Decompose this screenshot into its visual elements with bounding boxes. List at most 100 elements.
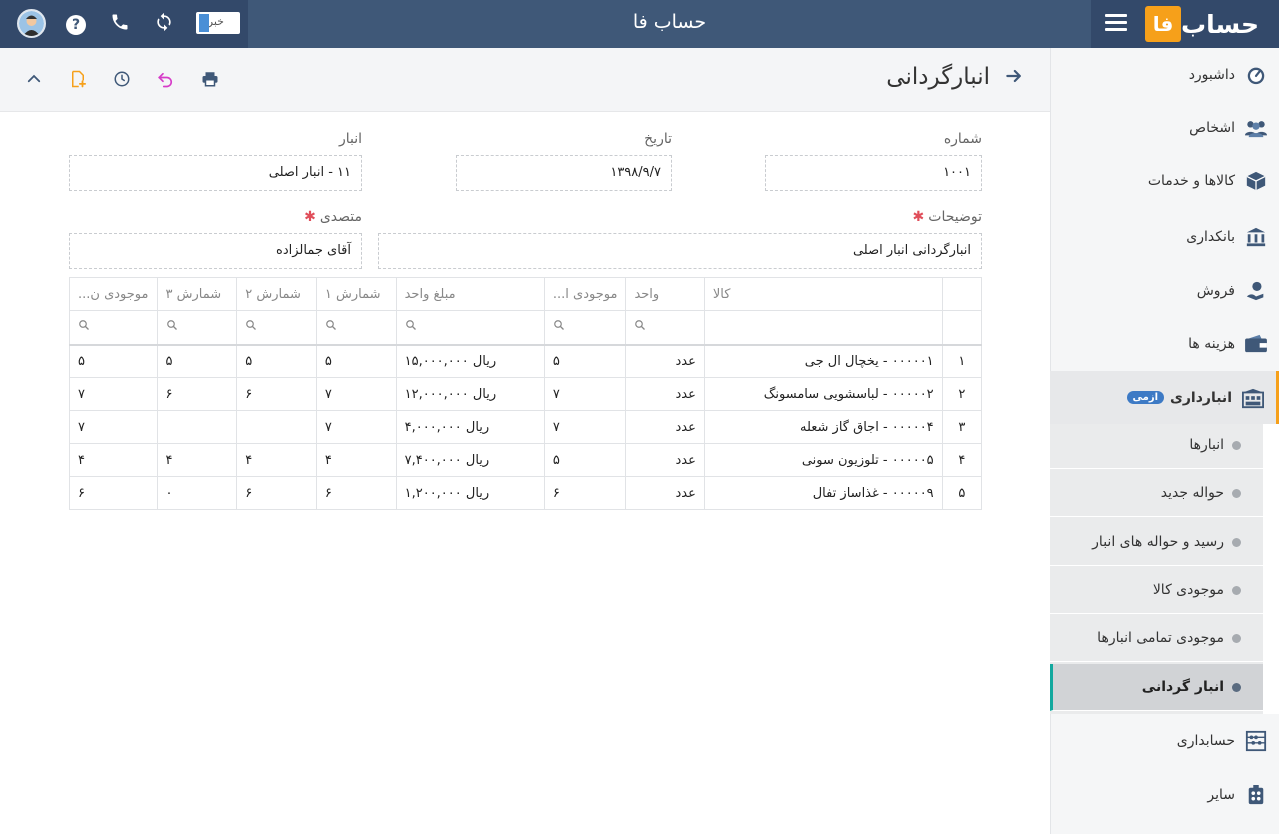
print-icon[interactable] bbox=[199, 68, 221, 90]
submenu-item-receipts[interactable]: رسید و حواله های انبار bbox=[1050, 519, 1263, 566]
count-3-cell[interactable]: ۵ bbox=[156, 343, 238, 378]
warehouse-field[interactable]: ۱۱ - انبار اصلی bbox=[69, 155, 362, 191]
news-button[interactable]: خبر bbox=[196, 12, 240, 34]
table-row[interactable]: ۵ ۰۰۰۰۰۹ - غذاساز تفال عدد ۶ ریال ۱,۲۰۰,… bbox=[69, 476, 983, 510]
sidebar-item-products[interactable]: کالاها و خدمات bbox=[1050, 154, 1279, 207]
kala-cell[interactable]: ۰۰۰۰۰۹ - غذاساز تفال bbox=[703, 476, 943, 510]
count-2-cell[interactable]: ۶ bbox=[236, 377, 317, 411]
table-row[interactable]: ۳ ۰۰۰۰۰۴ - اجاق گاز شعله عدد ۷ ریال ۴,۰۰… bbox=[69, 410, 983, 444]
person-field[interactable]: آقای جمالزاده bbox=[69, 233, 362, 269]
count-2-cell[interactable]: ۴ bbox=[236, 443, 317, 477]
count-3-cell[interactable]: ۰ bbox=[156, 476, 238, 510]
unit-cell[interactable]: عدد bbox=[625, 343, 705, 378]
sidebar-item-people[interactable]: اشخاص bbox=[1050, 101, 1279, 154]
filter-count-1[interactable] bbox=[315, 310, 397, 345]
sidebar-item-other[interactable]: سایر bbox=[1050, 768, 1279, 821]
box-icon bbox=[1243, 168, 1269, 194]
column-header-kala[interactable]: کالا bbox=[703, 277, 943, 311]
table-row[interactable]: ۱ ۰۰۰۰۰۱ - یخچال ال جی عدد ۵ ریال ۱۵,۰۰۰… bbox=[69, 343, 983, 378]
count-1-cell[interactable]: ۷ bbox=[315, 377, 397, 411]
count-1-cell[interactable]: ۶ bbox=[315, 476, 397, 510]
menu-icon[interactable] bbox=[1105, 14, 1127, 32]
unit-cell[interactable]: عدد bbox=[625, 377, 705, 411]
unit-cell[interactable]: عدد bbox=[625, 410, 705, 444]
sidebar-item-warehouse[interactable]: انبارداری ازمی bbox=[1050, 371, 1279, 424]
sync-icon[interactable] bbox=[152, 12, 176, 36]
sidebar-item-sales[interactable]: فروش bbox=[1050, 264, 1279, 317]
sidebar-item-label: هزینه ها bbox=[1188, 335, 1235, 352]
filter-stock[interactable] bbox=[543, 310, 627, 345]
kala-cell[interactable]: ۰۰۰۰۰۱ - یخچال ال جی bbox=[703, 343, 943, 378]
unit-cell[interactable]: عدد bbox=[625, 443, 705, 477]
history-icon[interactable] bbox=[111, 68, 133, 90]
column-header-price[interactable]: مبلغ واحد bbox=[395, 277, 545, 311]
stock-cell[interactable]: ۵ bbox=[543, 343, 627, 378]
price-cell[interactable]: ریال ۱۲,۰۰۰,۰۰۰ bbox=[395, 377, 545, 411]
final-stock-cell[interactable]: ۵ bbox=[69, 343, 158, 378]
number-field[interactable]: ۱۰۰۱ bbox=[765, 155, 982, 191]
add-document-icon[interactable] bbox=[67, 68, 89, 90]
column-header-unit[interactable]: واحد bbox=[625, 277, 705, 311]
phone-icon[interactable] bbox=[108, 12, 132, 36]
abacus-icon bbox=[1243, 728, 1269, 754]
count-1-cell[interactable]: ۴ bbox=[315, 443, 397, 477]
avatar[interactable] bbox=[17, 9, 46, 38]
final-stock-cell[interactable]: ۶ bbox=[69, 476, 158, 510]
count-2-cell[interactable]: ۵ bbox=[236, 343, 317, 378]
final-stock-cell[interactable]: ۷ bbox=[69, 410, 158, 444]
table-row[interactable]: ۴ ۰۰۰۰۰۵ - تلوزیون سونی عدد ۵ ریال ۷,۴۰۰… bbox=[69, 443, 983, 477]
stock-cell[interactable]: ۷ bbox=[543, 410, 627, 444]
date-field[interactable]: ۱۳۹۸/۹/۷ bbox=[456, 155, 672, 191]
sidebar-item-banking[interactable]: بانکداری bbox=[1050, 210, 1279, 263]
price-cell[interactable]: ریال ۷,۴۰۰,۰۰۰ bbox=[395, 443, 545, 477]
kala-cell[interactable]: ۰۰۰۰۰۲ - لباسشویی سامسونگ bbox=[703, 377, 943, 411]
count-3-cell[interactable]: ۴ bbox=[156, 443, 238, 477]
submenu-item-inventory-count[interactable]: انبار گردانی bbox=[1050, 664, 1263, 711]
back-arrow-icon[interactable] bbox=[1002, 66, 1026, 90]
price-cell[interactable]: ریال ۱۵,۰۰۰,۰۰۰ bbox=[395, 343, 545, 378]
column-header-count-2[interactable]: شمارش ۲ bbox=[236, 277, 317, 311]
sidebar-item-dashboard[interactable]: داشبورد bbox=[1050, 48, 1279, 101]
collapse-icon[interactable] bbox=[23, 68, 45, 90]
final-stock-cell[interactable]: ۴ bbox=[69, 443, 158, 477]
filter-final-stock[interactable] bbox=[69, 310, 158, 345]
filter-price[interactable] bbox=[395, 310, 545, 345]
description-field[interactable]: انبارگردانی انبار اصلی bbox=[378, 233, 982, 269]
description-label-text: توضیحات bbox=[928, 209, 982, 225]
column-header-final-stock[interactable]: موجودی ن... bbox=[69, 277, 158, 311]
top-bar: ? خبر حساب فا فا حساب bbox=[0, 0, 1279, 48]
sidebar-item-accounting[interactable]: حسابداری bbox=[1050, 714, 1279, 767]
stock-cell[interactable]: ۵ bbox=[543, 443, 627, 477]
filter-unit[interactable] bbox=[625, 310, 705, 345]
count-1-cell[interactable]: ۷ bbox=[315, 410, 397, 444]
unit-cell[interactable]: عدد bbox=[625, 476, 705, 510]
column-header-stock[interactable]: موجودی ا... bbox=[543, 277, 627, 311]
column-header-count-3[interactable]: شمارش ۳ bbox=[156, 277, 238, 311]
submenu-item-all-stock[interactable]: موجودی تمامی انبارها bbox=[1050, 615, 1263, 662]
column-header-count-1[interactable]: شمارش ۱ bbox=[315, 277, 397, 311]
final-stock-cell[interactable]: ۷ bbox=[69, 377, 158, 411]
count-3-cell[interactable] bbox=[156, 410, 238, 444]
filter-kala[interactable] bbox=[703, 310, 943, 345]
count-3-cell[interactable]: ۶ bbox=[156, 377, 238, 411]
stock-cell[interactable]: ۷ bbox=[543, 377, 627, 411]
filter-count-3[interactable] bbox=[156, 310, 238, 345]
help-icon[interactable]: ? bbox=[64, 12, 88, 36]
search-icon bbox=[405, 320, 416, 331]
kala-cell[interactable]: ۰۰۰۰۰۵ - تلوزیون سونی bbox=[703, 443, 943, 477]
stock-cell[interactable]: ۶ bbox=[543, 476, 627, 510]
table-row[interactable]: ۲ ۰۰۰۰۰۲ - لباسشویی سامسونگ عدد ۷ ریال ۱… bbox=[69, 377, 983, 411]
count-2-cell[interactable] bbox=[236, 410, 317, 444]
logo[interactable]: فا حساب bbox=[1143, 6, 1271, 42]
submenu-item-stock[interactable]: موجودی کالا bbox=[1050, 567, 1263, 614]
filter-count-2[interactable] bbox=[236, 310, 317, 345]
kala-cell[interactable]: ۰۰۰۰۰۴ - اجاق گاز شعله bbox=[703, 410, 943, 444]
submenu-item-new-transfer[interactable]: حواله جدید bbox=[1050, 470, 1263, 517]
count-2-cell[interactable]: ۶ bbox=[236, 476, 317, 510]
price-cell[interactable]: ریال ۴,۰۰۰,۰۰۰ bbox=[395, 410, 545, 444]
price-cell[interactable]: ریال ۱,۲۰۰,۰۰۰ bbox=[395, 476, 545, 510]
submenu-item-warehouses[interactable]: انبارها bbox=[1050, 422, 1263, 469]
sidebar-item-expenses[interactable]: هزینه ها bbox=[1050, 317, 1279, 370]
undo-icon[interactable] bbox=[155, 68, 177, 90]
count-1-cell[interactable]: ۵ bbox=[315, 343, 397, 378]
